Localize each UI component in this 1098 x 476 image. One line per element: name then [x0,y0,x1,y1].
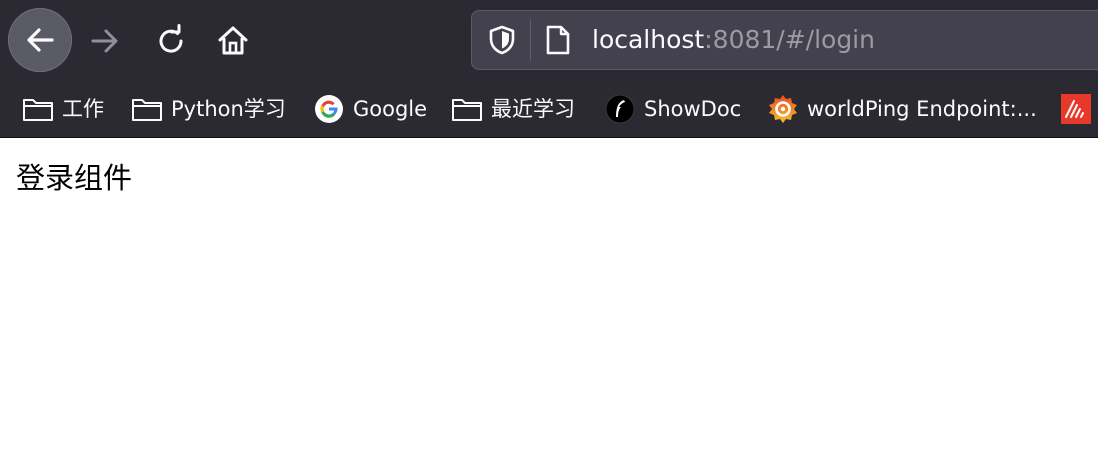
back-arrow-icon [27,28,54,52]
folder-icon [451,93,483,125]
bookmark-label: ShowDoc [644,97,742,121]
bookmarks-toolbar: 工作 Python学习 Google 最近学习 ShowDoc worldPin… [0,82,1098,137]
shield-icon [489,25,515,55]
reload-icon [159,24,183,53]
forward-arrow-icon [91,29,118,53]
bookmark-label: worldPing Endpoint:... [807,97,1037,121]
red-app-icon [1060,93,1092,125]
home-icon [218,26,248,55]
bookmark-label: Python学习 [171,97,286,121]
browser-chrome: localhost:8081/#/login 工作 Python学习 Googl… [0,0,1098,138]
bookmark-google[interactable]: Google [313,90,427,128]
page-title: 登录组件 [16,161,133,195]
grafana-icon [767,93,799,125]
back-button[interactable] [8,8,72,72]
reload-button[interactable] [148,18,194,64]
forward-button[interactable] [82,18,128,64]
google-icon [313,93,345,125]
bookmark-showdoc[interactable]: ShowDoc [604,90,741,128]
page-icon [546,25,570,55]
bookmark-recent-study[interactable]: 最近学习 [451,90,575,128]
bookmark-label: 工作 [62,97,104,121]
url-host: localhost [592,25,705,54]
url-text[interactable]: localhost:8081/#/login [592,11,875,69]
home-button[interactable] [210,18,256,64]
address-bar-divider [530,19,531,61]
url-path: :8081/#/login [704,25,875,54]
tracking-protection-button[interactable] [486,24,518,56]
bookmark-worldping[interactable]: worldPing Endpoint:... [767,90,1037,128]
page-content: 登录组件 [0,138,1098,476]
site-info-button[interactable] [542,24,574,56]
folder-icon [22,93,54,125]
bookmark-label: Google [353,97,428,121]
address-bar[interactable]: localhost:8081/#/login [471,10,1098,70]
browser-toolbar: localhost:8081/#/login [0,0,1098,82]
bookmark-python[interactable]: Python学习 [131,90,286,128]
bookmark-overflow-app[interactable] [1060,90,1092,128]
bookmark-label: 最近学习 [491,97,575,121]
folder-icon [131,93,163,125]
showdoc-icon [604,93,636,125]
bookmark-work[interactable]: 工作 [22,90,104,128]
